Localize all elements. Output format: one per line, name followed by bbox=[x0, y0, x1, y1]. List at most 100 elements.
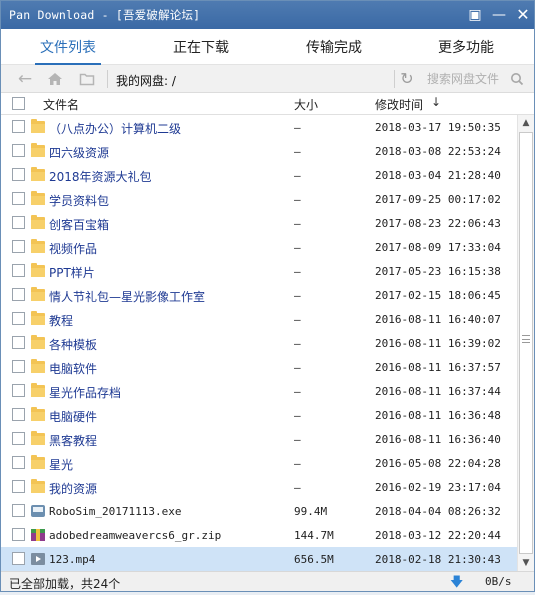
file-name[interactable]: 视频作品 bbox=[49, 240, 97, 257]
file-row[interactable]: 电脑硬件 – 2016-08-11 16:36:48 bbox=[1, 403, 517, 427]
file-name[interactable]: 2018年资源大礼包 bbox=[49, 168, 152, 185]
scroll-down-arrow-icon[interactable]: ▼ bbox=[518, 555, 534, 571]
file-name[interactable]: 创客百宝箱 bbox=[49, 216, 109, 233]
file-row[interactable]: 我的资源 – 2016-02-19 23:17:04 bbox=[1, 475, 517, 499]
tab-more-features[interactable]: 更多功能 bbox=[429, 29, 503, 65]
status-bar: 已全部加载，共24个 🡇 0B/s bbox=[1, 571, 534, 591]
file-name[interactable]: RoboSim_20171113.exe bbox=[49, 505, 181, 518]
refresh-icon[interactable]: ↻ bbox=[397, 69, 417, 89]
file-size: – bbox=[294, 481, 301, 494]
folder-icon[interactable] bbox=[77, 69, 97, 89]
column-size[interactable]: 大小 bbox=[294, 96, 318, 113]
select-all-checkbox[interactable] bbox=[12, 97, 25, 110]
search-icon[interactable] bbox=[507, 69, 527, 89]
row-checkbox[interactable] bbox=[12, 504, 25, 517]
vertical-scrollbar[interactable]: ▲ ▼ bbox=[517, 115, 534, 571]
row-checkbox[interactable] bbox=[12, 240, 25, 253]
restore-icon[interactable]: ▣ bbox=[465, 5, 485, 25]
file-row[interactable]: adobedreamweavercs6_gr.zip 144.7M 2018-03-… bbox=[1, 523, 517, 547]
file-modified-time: 2018-03-08 22:53:24 bbox=[375, 145, 501, 158]
file-modified-time: 2016-08-11 16:36:40 bbox=[375, 433, 501, 446]
file-modified-time: 2016-02-19 23:17:04 bbox=[375, 481, 501, 494]
file-row[interactable]: 2018年资源大礼包 – 2018-03-04 21:28:40 bbox=[1, 163, 517, 187]
file-row[interactable]: 教程 – 2016-08-11 16:40:07 bbox=[1, 307, 517, 331]
column-modified-time[interactable]: 修改时间 bbox=[375, 96, 423, 113]
file-row[interactable]: 学员资料包 – 2017-09-25 00:17:02 bbox=[1, 187, 517, 211]
file-row[interactable]: 黑客教程 – 2016-08-11 16:36:40 bbox=[1, 427, 517, 451]
scroll-thumb[interactable] bbox=[519, 132, 533, 554]
file-row[interactable]: 电脑软件 – 2016-08-11 16:37:57 bbox=[1, 355, 517, 379]
file-name[interactable]: 我的资源 bbox=[49, 480, 97, 497]
folder-icon bbox=[31, 335, 45, 349]
tab-downloading[interactable]: 正在下载 bbox=[164, 29, 238, 65]
file-row[interactable]: PPT样片 – 2017-05-23 16:15:38 bbox=[1, 259, 517, 283]
file-row[interactable]: 各种模板 – 2016-08-11 16:39:02 bbox=[1, 331, 517, 355]
file-name[interactable]: 电脑软件 bbox=[49, 360, 97, 377]
file-name[interactable]: adobedreamweavercs6_gr.zip bbox=[49, 529, 221, 542]
file-name[interactable]: 各种模板 bbox=[49, 336, 97, 353]
folder-icon bbox=[31, 287, 45, 301]
folder-icon bbox=[31, 455, 45, 469]
row-checkbox[interactable] bbox=[12, 384, 25, 397]
file-row[interactable]: RoboSim_20171113.exe 99.4M 2018-04-04 08:2… bbox=[1, 499, 517, 523]
file-row[interactable]: 创客百宝箱 – 2017-08-23 22:06:43 bbox=[1, 211, 517, 235]
row-checkbox[interactable] bbox=[12, 288, 25, 301]
file-row[interactable]: 视频作品 – 2017-08-09 17:33:04 bbox=[1, 235, 517, 259]
file-name[interactable]: 123.mp4 bbox=[49, 553, 95, 566]
title-bar[interactable]: Pan Download - [吾爱破解论坛] ▣ — ✕ bbox=[1, 1, 534, 29]
arrow-left-icon[interactable]: ← bbox=[15, 69, 35, 89]
row-checkbox[interactable] bbox=[12, 552, 25, 565]
zip-file-icon bbox=[31, 529, 45, 541]
file-row[interactable]: 星光作品存档 – 2016-08-11 16:37:44 bbox=[1, 379, 517, 403]
minimize-icon[interactable]: — bbox=[489, 5, 509, 25]
file-size: – bbox=[294, 169, 301, 182]
file-row[interactable]: 四六级资源 – 2018-03-08 22:53:24 bbox=[1, 139, 517, 163]
row-checkbox[interactable] bbox=[12, 216, 25, 229]
row-checkbox[interactable] bbox=[12, 408, 25, 421]
file-name[interactable]: 四六级资源 bbox=[49, 144, 109, 161]
file-size: – bbox=[294, 217, 301, 230]
window-title: Pan Download - [吾爱破解论坛] bbox=[9, 8, 201, 22]
row-checkbox[interactable] bbox=[12, 168, 25, 181]
row-checkbox[interactable] bbox=[12, 456, 25, 469]
file-size: – bbox=[294, 241, 301, 254]
file-name[interactable]: 学员资料包 bbox=[49, 192, 109, 209]
row-checkbox[interactable] bbox=[12, 192, 25, 205]
file-modified-time: 2016-08-11 16:40:07 bbox=[375, 313, 501, 326]
tab-file-list[interactable]: 文件列表 bbox=[31, 29, 105, 65]
folder-icon bbox=[31, 383, 45, 397]
file-name[interactable]: 星光 bbox=[49, 456, 73, 473]
row-checkbox[interactable] bbox=[12, 432, 25, 445]
row-checkbox[interactable] bbox=[12, 480, 25, 493]
row-checkbox[interactable] bbox=[12, 360, 25, 373]
sort-descending-icon: ↓ bbox=[431, 95, 442, 109]
file-name[interactable]: 情人节礼包—星光影像工作室 bbox=[49, 288, 205, 305]
file-name[interactable]: （八点办公）计算机二级 bbox=[49, 120, 181, 137]
scroll-up-arrow-icon[interactable]: ▲ bbox=[518, 115, 534, 131]
file-modified-time: 2016-08-11 16:36:48 bbox=[375, 409, 501, 422]
file-row[interactable]: 星光 – 2016-05-08 22:04:28 bbox=[1, 451, 517, 475]
row-checkbox[interactable] bbox=[12, 336, 25, 349]
file-size: – bbox=[294, 409, 301, 422]
file-name[interactable]: 星光作品存档 bbox=[49, 384, 121, 401]
close-icon[interactable]: ✕ bbox=[513, 5, 533, 25]
row-checkbox[interactable] bbox=[12, 312, 25, 325]
column-name[interactable]: 文件名 bbox=[43, 96, 79, 113]
file-list: （八点办公）计算机二级 –2018-03-17 19:50:35 四六级资源 –201… bbox=[1, 115, 517, 571]
file-name[interactable]: PPT样片 bbox=[49, 264, 95, 281]
row-checkbox[interactable] bbox=[12, 264, 25, 277]
row-checkbox[interactable] bbox=[12, 144, 25, 157]
file-name[interactable]: 教程 bbox=[49, 312, 73, 329]
file-name[interactable]: 黑客教程 bbox=[49, 432, 97, 449]
row-checkbox[interactable] bbox=[12, 120, 25, 133]
file-name[interactable]: 电脑硬件 bbox=[49, 408, 97, 425]
home-icon[interactable] bbox=[45, 69, 65, 89]
file-row[interactable]: 123.mp4 656.5M 2018-02-18 21:30:43 bbox=[1, 547, 517, 571]
exe-file-icon bbox=[31, 505, 45, 517]
file-row[interactable]: 情人节礼包—星光影像工作室 – 2017-02-15 18:06:45 bbox=[1, 283, 517, 307]
row-checkbox[interactable] bbox=[12, 528, 25, 541]
tab-completed[interactable]: 传输完成 bbox=[297, 29, 371, 65]
file-row[interactable]: （八点办公）计算机二级 – 2018-03-17 19:50:35 bbox=[1, 115, 517, 139]
file-modified-time: 2018-03-17 19:50:35 bbox=[375, 121, 501, 134]
file-modified-time: 2018-03-12 22:20:44 bbox=[375, 529, 501, 542]
